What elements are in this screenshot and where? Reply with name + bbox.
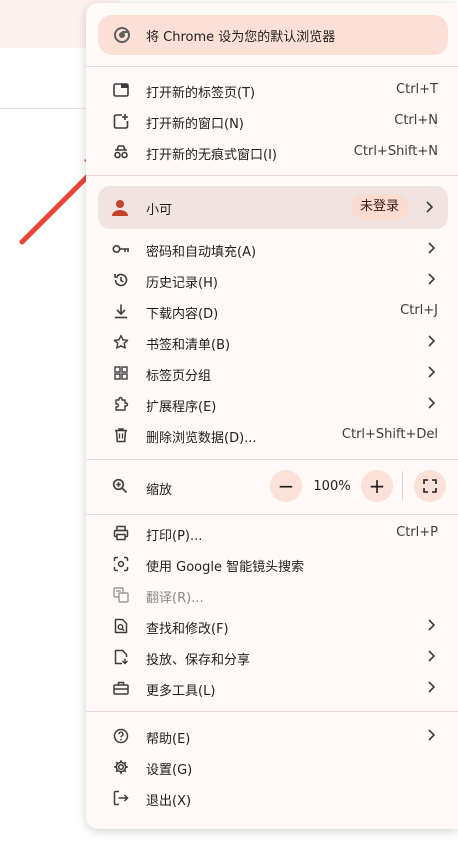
- chevron-right-icon: [428, 397, 436, 409]
- star-icon: [112, 333, 130, 351]
- menu-item-label: 删除浏览数据(D)...: [146, 431, 257, 446]
- menu-item-more-tools[interactable]: 更多工具(L): [86, 672, 458, 703]
- shortcut-text: Ctrl+Shift+Del: [341, 427, 438, 442]
- help-icon: [112, 727, 130, 745]
- incognito-icon: [112, 143, 130, 161]
- menu-item-print[interactable]: 打印(P)... Ctrl+P: [86, 517, 458, 548]
- menu-item-help[interactable]: 帮助(E): [86, 720, 458, 751]
- menu-item-settings[interactable]: 设置(G): [86, 751, 458, 782]
- menu-item-label: 书签和清单(B): [146, 338, 231, 353]
- chevron-right-icon: [428, 681, 436, 693]
- menu-item-translate: 翻译(R)...: [86, 579, 458, 610]
- menu-item-new-window[interactable]: 打开新的窗口(N) Ctrl+N: [86, 105, 458, 136]
- chevron-right-icon: [428, 619, 436, 631]
- history-icon: [112, 271, 130, 289]
- menu-item-label: 退出(X): [146, 794, 192, 809]
- zoom-label: 缩放: [146, 483, 173, 498]
- shortcut-text: Ctrl+Shift+N: [353, 144, 438, 159]
- profile-name: 小可: [146, 203, 173, 218]
- download-icon: [112, 302, 130, 320]
- cast-save-icon: [112, 648, 130, 666]
- menu-item-extensions[interactable]: 扩展程序(E): [86, 388, 458, 419]
- zoom-out-button[interactable]: −: [270, 470, 302, 502]
- menu-item-label: 扩展程序(E): [146, 400, 217, 415]
- shortcut-text: Ctrl+P: [396, 525, 438, 540]
- menu-item-clear-data[interactable]: 删除浏览数据(D)... Ctrl+Shift+Del: [86, 419, 458, 450]
- menu-item-incognito[interactable]: 打开新的无痕式窗口(I) Ctrl+Shift+N: [86, 136, 458, 167]
- chevron-right-icon: [428, 273, 436, 285]
- menu-item-google-lens[interactable]: 使用 Google 智能镜头搜索: [86, 548, 458, 579]
- menu-item-label: 更多工具(L): [146, 684, 216, 699]
- shortcut-text: Ctrl+N: [394, 113, 438, 128]
- zoom-level: 100%: [313, 479, 351, 494]
- print-icon: [112, 524, 130, 542]
- menu-item-label: 打印(P)...: [146, 529, 203, 544]
- menu-item-label: 翻译(R)...: [146, 591, 204, 606]
- trash-icon: [112, 426, 130, 444]
- menu-item-find[interactable]: 查找和修改(F): [86, 610, 458, 641]
- menu-item-tab-groups[interactable]: 标签页分组: [86, 357, 458, 388]
- menu-item-label: 使用 Google 智能镜头搜索: [146, 560, 305, 575]
- menu-item-cast-save-share[interactable]: 投放、保存和分享: [86, 641, 458, 672]
- chrome-main-menu: 将 Chrome 设为您的默认浏览器 打开新的标签页(T) Ctrl+T 打开新…: [86, 3, 458, 829]
- find-icon: [112, 617, 130, 635]
- menu-item-label: 设置(G): [146, 763, 193, 778]
- fullscreen-button[interactable]: [414, 470, 446, 502]
- new-tab-icon: [112, 81, 130, 99]
- translate-icon: [112, 586, 130, 604]
- menu-separator: [86, 175, 458, 176]
- set-default-browser-button[interactable]: 将 Chrome 设为您的默认浏览器: [98, 15, 448, 55]
- menu-item-exit[interactable]: 退出(X): [86, 782, 458, 813]
- new-window-icon: [112, 112, 130, 130]
- menu-item-bookmarks[interactable]: 书签和清单(B): [86, 326, 458, 357]
- minus-icon: −: [277, 474, 295, 498]
- set-default-browser-label: 将 Chrome 设为您的默认浏览器: [146, 29, 336, 45]
- shortcut-text: Ctrl+J: [400, 303, 438, 318]
- chevron-right-icon: [428, 650, 436, 662]
- person-icon: [110, 198, 130, 218]
- chevron-right-icon: [428, 335, 436, 347]
- gear-icon: [112, 758, 130, 776]
- chevron-right-icon: [426, 201, 434, 213]
- menu-item-history[interactable]: 历史记录(H): [86, 264, 458, 295]
- chevron-right-icon: [428, 729, 436, 741]
- menu-item-new-tab[interactable]: 打开新的标签页(T) Ctrl+T: [86, 74, 458, 105]
- fullscreen-icon: [423, 479, 437, 493]
- lens-icon: [112, 555, 130, 573]
- menu-separator: [86, 459, 458, 460]
- tab-groups-icon: [112, 364, 130, 382]
- menu-item-label: 帮助(E): [146, 732, 191, 747]
- plus-icon: +: [368, 474, 386, 498]
- sign-in-status-badge: 未登录: [351, 194, 409, 220]
- chevron-right-icon: [428, 366, 436, 378]
- menu-separator: [86, 66, 458, 67]
- zoom-in-button[interactable]: +: [361, 470, 393, 502]
- puzzle-icon: [112, 395, 130, 413]
- menu-item-label: 打开新的标签页(T): [146, 86, 256, 101]
- menu-item-label: 下载内容(D): [146, 307, 219, 322]
- menu-item-label: 标签页分组: [146, 369, 212, 384]
- shortcut-text: Ctrl+T: [396, 82, 438, 97]
- menu-item-label: 查找和修改(F): [146, 622, 229, 637]
- menu-item-label: 打开新的窗口(N): [146, 117, 244, 132]
- chevron-right-icon: [428, 242, 436, 254]
- exit-icon: [112, 789, 130, 807]
- menu-separator: [86, 514, 458, 515]
- menu-separator: [86, 711, 458, 712]
- menu-item-label: 打开新的无痕式窗口(I): [146, 148, 277, 163]
- zoom-divider: [402, 471, 403, 501]
- menu-item-label: 历史记录(H): [146, 276, 218, 291]
- menu-item-passwords[interactable]: 密码和自动填充(A): [86, 233, 458, 264]
- zoom-icon: [112, 478, 130, 496]
- chrome-icon: [112, 25, 132, 45]
- menu-item-label: 投放、保存和分享: [146, 653, 251, 668]
- menu-item-label: 密码和自动填充(A): [146, 245, 257, 260]
- profile-row[interactable]: 小可 未登录: [98, 186, 448, 229]
- menu-item-downloads[interactable]: 下载内容(D) Ctrl+J: [86, 295, 458, 326]
- toolbox-icon: [112, 679, 130, 697]
- zoom-row: 缩放 − 100% +: [86, 467, 458, 507]
- key-icon: [112, 240, 130, 258]
